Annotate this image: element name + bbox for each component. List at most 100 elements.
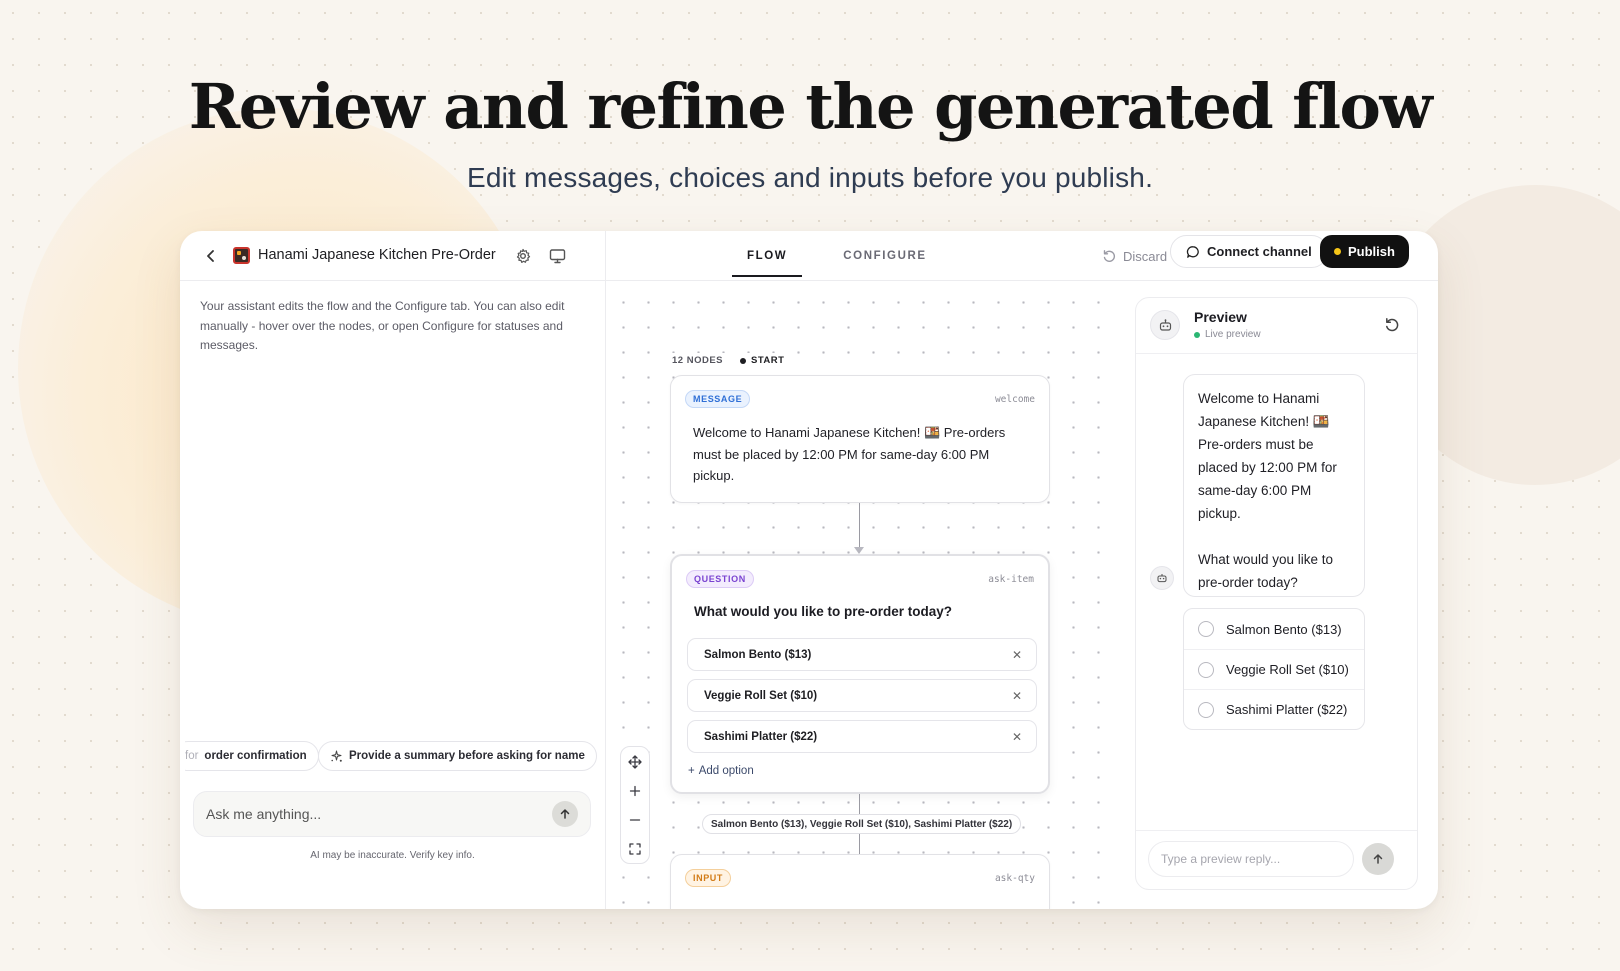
pan-button[interactable] [624, 751, 646, 773]
remove-option-icon[interactable]: ✕ [1012, 648, 1022, 662]
zoom-out-button[interactable] [624, 809, 646, 831]
sparkle-icon [331, 750, 342, 762]
desktop-view-button[interactable] [546, 245, 568, 267]
refresh-icon [1386, 318, 1399, 332]
radio-icon [1198, 621, 1214, 637]
start-indicator: START [740, 355, 784, 366]
canvas-meta: 12 NODES START [672, 353, 785, 368]
live-dot-icon [1194, 331, 1200, 338]
ask-box [193, 791, 591, 837]
edge-connector [859, 503, 860, 551]
monitor-icon [549, 249, 565, 264]
assistant-intro: Your assistant edits the flow and the Co… [200, 299, 565, 352]
bot-icon [1159, 318, 1171, 331]
view-tabs: FLOW CONFIGURE [732, 231, 942, 281]
ai-disclaimer: AI may be inaccurate. Verify key info. [310, 850, 475, 861]
option-row[interactable]: Sashimi Platter ($22) ✕ [687, 720, 1037, 753]
back-button[interactable] [200, 245, 222, 267]
option-label: Salmon Bento ($13) [704, 648, 812, 661]
connect-label: Connect channel [1207, 244, 1312, 259]
add-option-button[interactable]: + Add option [688, 765, 754, 777]
choice-label: Veggie Roll Set ($10) [1226, 662, 1349, 677]
chip-label: Provide a summary before asking for name [349, 750, 585, 762]
chip-prefix: for [185, 750, 199, 762]
ask-input[interactable] [206, 806, 552, 822]
message-node[interactable]: MESSAGE welcome Welcome to Hanami Japane… [670, 375, 1050, 503]
preview-send-button[interactable] [1362, 843, 1394, 875]
live-status: Live preview [1194, 329, 1261, 340]
publish-label: Publish [1348, 244, 1395, 259]
node-id: ask-item [988, 574, 1034, 585]
node-id: welcome [994, 394, 1035, 405]
bot-message-text: What would you like to pre-order today? [1198, 552, 1334, 590]
preview-panel: Preview Live preview Welcome to Hanami J… [1135, 297, 1418, 890]
start-dot-icon [740, 357, 746, 364]
flow-canvas[interactable]: 12 NODES START MESSAGE welcome Welcome t… [606, 282, 1106, 909]
chip-label: order confirmation [204, 750, 307, 762]
hero-subtitle: Edit messages, choices and inputs before… [466, 162, 1154, 193]
option-row[interactable]: Veggie Roll Set ($10) ✕ [687, 679, 1037, 712]
project-title: Hanami Japanese Kitchen Pre-Order [258, 247, 496, 263]
question-node[interactable]: QUESTION ask-item What would you like to… [670, 554, 1050, 794]
node-message-text[interactable]: Welcome to Hanami Japanese Kitchen! 🍱 Pr… [693, 422, 1033, 487]
zoom-in-button[interactable] [624, 780, 646, 802]
option-label: Sashimi Platter ($22) [704, 730, 818, 743]
app-window: Hanami Japanese Kitchen Pre-Order FLOW C… [180, 231, 1438, 909]
plus-icon: + [688, 765, 695, 777]
node-type-badge: MESSAGE [685, 390, 751, 408]
remove-option-icon[interactable]: ✕ [1012, 689, 1022, 703]
canvas-controls [620, 746, 650, 864]
suggestion-chip-summary[interactable]: Provide a summary before asking for name [318, 741, 597, 771]
start-label: START [751, 355, 785, 366]
node-id: ask-qty [994, 873, 1035, 884]
add-option-label: Add option [698, 765, 754, 777]
settings-button[interactable] [512, 245, 534, 267]
connect-channel-button[interactable]: Connect channel [1170, 235, 1328, 268]
preview-reply-bar [1136, 830, 1417, 889]
preview-choices: Salmon Bento ($13) Veggie Roll Set ($10)… [1183, 608, 1365, 730]
node-type-badge: INPUT [685, 869, 731, 887]
bot-message-text: Welcome to Hanami Japanese Kitchen! 🍱 Pr… [1198, 391, 1337, 521]
hero-title: Review and refine the generated flow [188, 70, 1433, 143]
radio-icon [1198, 661, 1214, 678]
preview-reply-input[interactable] [1148, 841, 1354, 877]
move-icon [628, 754, 642, 769]
fit-view-button[interactable] [624, 838, 646, 860]
choice-option[interactable]: Salmon Bento ($13) [1184, 609, 1364, 649]
zoom-in-icon [629, 785, 641, 796]
choice-option[interactable]: Veggie Roll Set ($10) [1184, 649, 1364, 689]
node-question-text[interactable]: What would you like to pre-order today? [694, 604, 952, 619]
bot-message-bubble: Welcome to Hanami Japanese Kitchen! 🍱 Pr… [1183, 374, 1365, 597]
chat-bubble-icon [1186, 245, 1199, 258]
undo-icon [1103, 250, 1116, 262]
arrow-up-icon [1373, 854, 1383, 864]
suggestion-chip-confirmation[interactable]: for order confirmation [185, 741, 319, 771]
node-count: 12 NODES [672, 355, 723, 366]
input-node[interactable]: INPUT ask-qty [670, 854, 1050, 909]
publish-button[interactable]: Publish [1320, 235, 1409, 268]
option-label: Veggie Roll Set ($10) [704, 689, 818, 702]
remove-option-icon[interactable]: ✕ [1012, 730, 1022, 744]
choice-option[interactable]: Sashimi Platter ($22) [1184, 689, 1364, 729]
bot-icon [1157, 574, 1167, 583]
preview-header: Preview Live preview [1136, 298, 1417, 354]
edge-arrow-icon [854, 547, 864, 554]
gear-icon [516, 248, 531, 263]
chevron-left-icon [207, 250, 214, 262]
edge-label: Salmon Bento ($13), Veggie Roll Set ($10… [702, 814, 1022, 834]
bot-avatar [1150, 566, 1174, 590]
restart-preview-button[interactable] [1381, 314, 1403, 336]
tab-configure[interactable]: CONFIGURE [828, 231, 941, 281]
option-row[interactable]: Salmon Bento ($13) ✕ [687, 638, 1037, 671]
preview-title: Preview [1194, 309, 1247, 325]
choice-label: Salmon Bento ($13) [1226, 621, 1342, 637]
choice-label: Sashimi Platter ($22) [1226, 702, 1348, 717]
fit-view-icon [629, 842, 641, 855]
send-button[interactable] [552, 801, 578, 827]
bento-box-icon [233, 247, 250, 264]
discard-label: Discard [1123, 248, 1168, 264]
radio-icon [1198, 701, 1214, 718]
discard-button[interactable]: Discard [1102, 241, 1167, 271]
suggestion-chips: for order confirmation Provide a summary… [185, 741, 600, 771]
tab-flow[interactable]: FLOW [732, 231, 803, 281]
